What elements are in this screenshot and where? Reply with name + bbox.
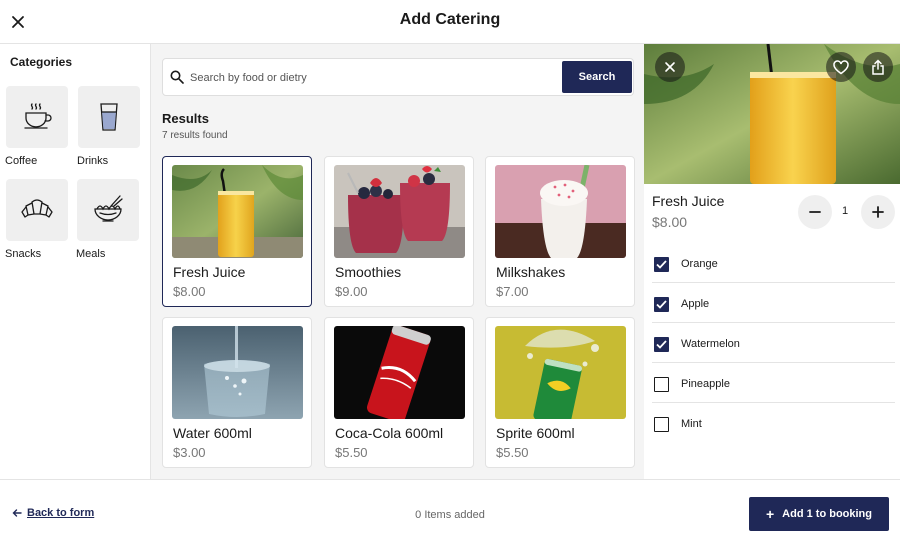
quantity-value: 1 — [841, 205, 849, 217]
option-watermelon[interactable]: Watermelon — [652, 323, 895, 363]
product-image-fresh-juice — [172, 165, 303, 258]
product-price: $8.00 — [173, 284, 206, 299]
product-price: $7.00 — [496, 284, 529, 299]
checkbox-checked[interactable] — [654, 257, 669, 272]
search-input[interactable] — [190, 68, 560, 88]
minus-icon — [809, 211, 821, 213]
product-image-sprite — [495, 326, 626, 419]
detail-product-name: Fresh Juice — [652, 193, 725, 209]
product-name: Water 600ml — [173, 425, 252, 441]
option-pineapple[interactable]: Pineapple — [652, 363, 895, 403]
category-label: Coffee — [5, 155, 38, 167]
results-count: 7 results found — [162, 130, 228, 141]
category-label: Drinks — [77, 155, 109, 167]
option-label: Mint — [681, 418, 702, 430]
product-price: $5.50 — [496, 445, 529, 460]
product-image-water — [172, 326, 303, 419]
product-card-sprite[interactable]: Sprite 600ml $5.50 — [485, 317, 635, 468]
option-label: Watermelon — [681, 338, 740, 350]
category-tile — [6, 86, 68, 148]
product-price: $5.50 — [335, 445, 368, 460]
category-label: Meals — [76, 248, 106, 260]
product-name: Milkshakes — [496, 264, 566, 280]
decrease-quantity-button[interactable] — [798, 195, 832, 229]
category-meals[interactable]: Meals — [76, 179, 143, 260]
results-panel: Search Results 7 results found — [151, 44, 644, 479]
category-coffee[interactable]: Coffee — [5, 86, 72, 167]
plus-icon: + — [765, 506, 775, 522]
checkmark-icon — [656, 300, 667, 309]
category-label: Snacks — [5, 248, 42, 260]
categories-heading: Categories — [10, 55, 73, 69]
checkmark-icon — [656, 340, 667, 349]
category-drinks[interactable]: Drinks — [77, 86, 144, 167]
product-price: $9.00 — [335, 284, 368, 299]
option-label: Pineapple — [681, 378, 730, 390]
options-list: Orange Apple Watermelon Pineapple Mint — [652, 243, 895, 443]
product-image-coca-cola — [334, 326, 465, 419]
footer: Back to form 0 Items added + Add 1 to bo… — [0, 479, 900, 547]
product-card-coca-cola[interactable]: Coca-Cola 600ml $5.50 — [324, 317, 474, 468]
category-tile — [6, 179, 68, 241]
product-name: Smoothies — [335, 264, 402, 280]
plus-icon — [872, 206, 884, 218]
option-label: Apple — [681, 298, 710, 310]
add-catering-dialog: Add Catering Categories Coffee Drinks Sn… — [0, 0, 900, 547]
detail-product-price: $8.00 — [652, 214, 688, 230]
option-apple[interactable]: Apple — [652, 283, 895, 323]
categories-sidebar: Categories Coffee Drinks Snacks Meals — [0, 44, 151, 479]
product-card-fresh-juice[interactable]: Fresh Juice $8.00 — [162, 156, 312, 307]
heart-icon — [833, 59, 849, 74]
search-bar: Search — [162, 58, 634, 96]
product-name: Sprite 600ml — [496, 425, 575, 441]
category-tile — [77, 179, 139, 241]
noodle-bowl-icon — [94, 195, 123, 222]
product-hero-image — [644, 44, 900, 184]
glass-icon — [100, 103, 118, 131]
checkbox-checked[interactable] — [654, 297, 669, 312]
product-name: Coca-Cola 600ml — [335, 425, 444, 441]
product-image-milkshakes — [495, 165, 626, 258]
product-card-water[interactable]: Water 600ml $3.00 — [162, 317, 312, 468]
option-orange[interactable]: Orange — [652, 243, 895, 283]
option-label: Orange — [681, 258, 718, 270]
search-icon — [170, 70, 184, 84]
product-price: $3.00 — [173, 445, 206, 460]
page-title: Add Catering — [399, 11, 501, 28]
results-title: Results — [162, 111, 209, 126]
add-to-booking-label: Add 1 to booking — [782, 508, 872, 520]
coffee-cup-icon — [24, 103, 52, 129]
category-tile — [78, 86, 140, 148]
add-to-booking-button[interactable]: + Add 1 to booking — [749, 497, 889, 531]
header: Add Catering — [0, 0, 900, 44]
share-button[interactable] — [863, 52, 893, 82]
product-card-smoothies[interactable]: Smoothies $9.00 — [324, 156, 474, 307]
close-detail-button[interactable] — [655, 52, 685, 82]
product-image-smoothies — [334, 165, 465, 258]
product-card-milkshakes[interactable]: Milkshakes $7.00 — [485, 156, 635, 307]
share-icon — [872, 59, 884, 75]
increase-quantity-button[interactable] — [861, 195, 895, 229]
croissant-icon — [21, 199, 53, 218]
search-button[interactable]: Search — [562, 61, 632, 93]
checkbox-unchecked[interactable] — [654, 377, 669, 392]
product-detail-panel: Fresh Juice $8.00 1 Orange Apple Waterme… — [644, 44, 900, 479]
option-mint[interactable]: Mint — [652, 403, 895, 443]
category-snacks[interactable]: Snacks — [5, 179, 72, 260]
product-name: Fresh Juice — [173, 264, 246, 280]
favorite-button[interactable] — [826, 52, 856, 82]
checkmark-icon — [656, 260, 667, 269]
close-icon — [665, 62, 675, 72]
checkbox-unchecked[interactable] — [654, 417, 669, 432]
checkbox-checked[interactable] — [654, 337, 669, 352]
